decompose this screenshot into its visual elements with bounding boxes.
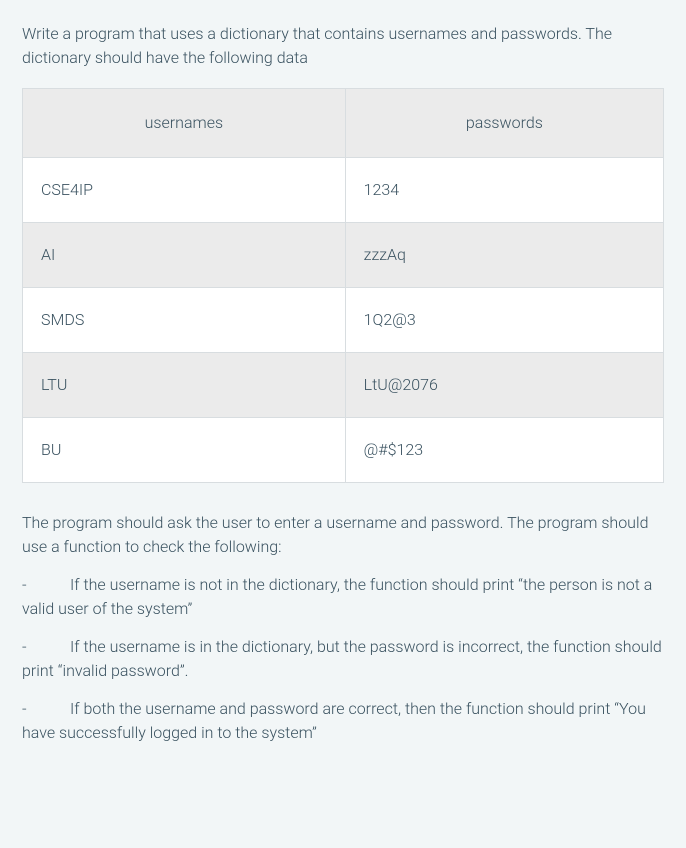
bullet-item: -If both the username and password are c…: [22, 697, 664, 745]
cell-username: BU: [23, 418, 346, 483]
cell-password: 1234: [345, 158, 663, 223]
instructions-lead: The program should ask the user to enter…: [22, 511, 664, 559]
cell-password: 1Q2@3: [345, 288, 663, 353]
bullet-dash: -: [22, 635, 70, 659]
table-header-row: usernames passwords: [23, 89, 664, 158]
cell-username: LTU: [23, 353, 346, 418]
cell-username: AI: [23, 223, 346, 288]
bullet-dash: -: [22, 573, 70, 597]
credentials-table: usernames passwords CSE4IP 1234 AI zzzAq…: [22, 88, 664, 483]
bullet-item: -If the username is in the dictionary, b…: [22, 635, 664, 683]
cell-password: zzzAq: [345, 223, 663, 288]
header-passwords: passwords: [345, 89, 663, 158]
bullet-item: -If the username is not in the dictionar…: [22, 573, 664, 621]
cell-username: SMDS: [23, 288, 346, 353]
cell-password: @#$123: [345, 418, 663, 483]
bullet-text: If both the username and password are co…: [22, 699, 646, 742]
table-row: CSE4IP 1234: [23, 158, 664, 223]
header-usernames: usernames: [23, 89, 346, 158]
table-row: AI zzzAq: [23, 223, 664, 288]
cell-username: CSE4IP: [23, 158, 346, 223]
bullet-text: If the username is not in the dictionary…: [22, 575, 652, 618]
bullet-text: If the username is in the dictionary, bu…: [22, 637, 662, 680]
intro-paragraph: Write a program that uses a dictionary t…: [22, 22, 664, 70]
table-row: BU @#$123: [23, 418, 664, 483]
cell-password: LtU@2076: [345, 353, 663, 418]
table-row: SMDS 1Q2@3: [23, 288, 664, 353]
table-row: LTU LtU@2076: [23, 353, 664, 418]
bullet-dash: -: [22, 697, 70, 721]
